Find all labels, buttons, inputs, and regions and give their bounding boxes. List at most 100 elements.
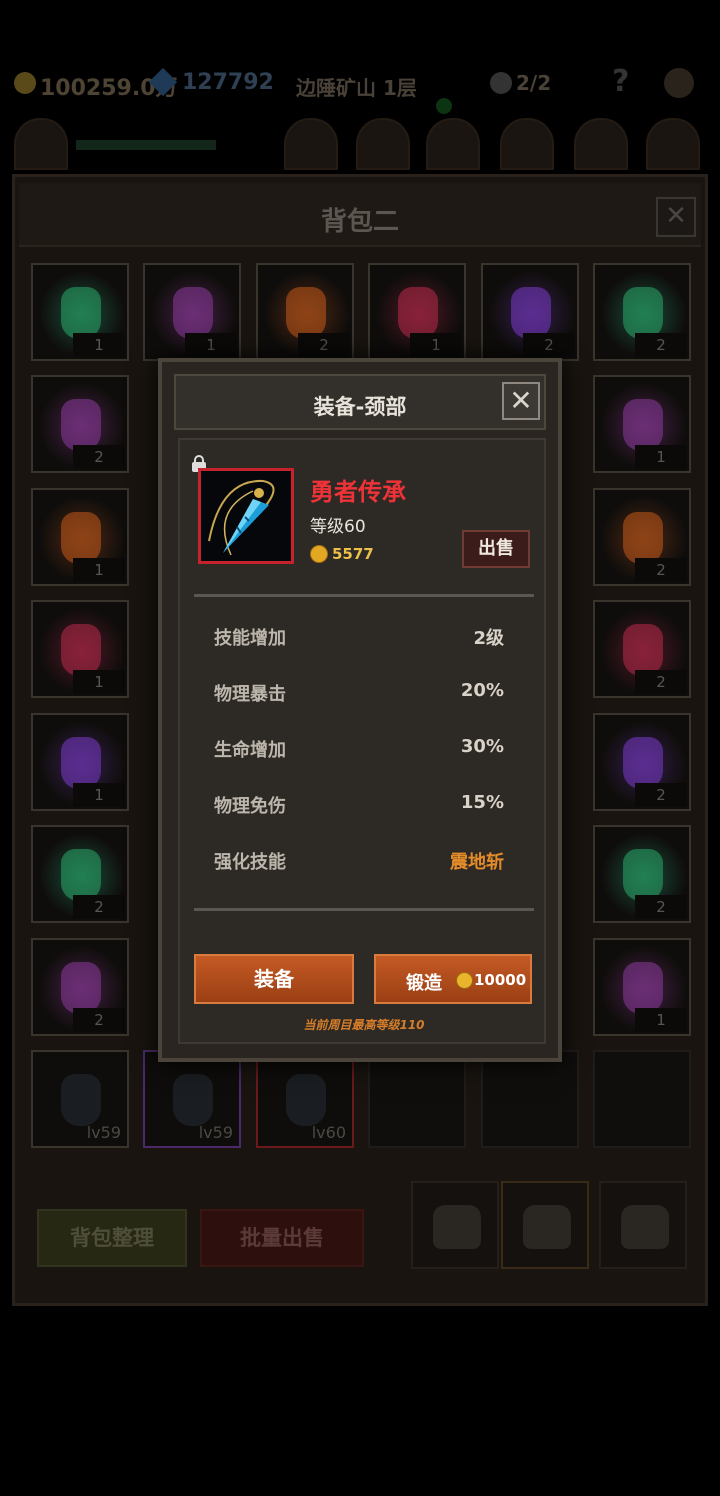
equip-button[interactable]: 装备 (194, 954, 354, 1004)
stat-value: 30% (460, 736, 504, 757)
potion-icon (61, 849, 101, 901)
enhanced-skill-value: 震地斩 (450, 852, 504, 873)
backpack-icon (621, 1205, 669, 1249)
inventory-slot[interactable]: 2 (593, 263, 691, 361)
item-level: lv60 (311, 1123, 346, 1142)
pendant-icon (286, 1074, 326, 1126)
inventory-close-button[interactable]: ✕ (656, 197, 696, 237)
item-count: 2 (635, 558, 687, 582)
gem-amount: 127792 (182, 70, 274, 95)
inventory-slot[interactable]: 1 (593, 938, 691, 1036)
potion-icon (61, 287, 101, 339)
inventory-slot[interactable]: 2 (481, 263, 579, 361)
potion-icon (623, 512, 663, 564)
coin-icon (456, 972, 473, 989)
inventory-slot[interactable]: 2 (593, 488, 691, 586)
inventory-slot[interactable]: 2 (31, 825, 129, 923)
inventory-slot[interactable]: 1 (593, 375, 691, 473)
coin-icon (310, 545, 328, 563)
skill-slot-icon[interactable] (426, 118, 480, 170)
skull-icon (490, 72, 512, 94)
stat-row: 物理暴击 20% (214, 680, 504, 708)
potion-icon (61, 624, 101, 676)
item-count: 1 (635, 445, 687, 469)
forge-label: 锻造 (406, 973, 442, 994)
inventory-slot[interactable]: 1 (31, 263, 129, 361)
item-count: 2 (73, 1008, 125, 1032)
help-icon[interactable]: ? (612, 64, 629, 99)
divider (194, 594, 534, 597)
bag-tab-3[interactable] (599, 1181, 687, 1269)
skill-bar (0, 98, 720, 170)
skill-slot-icon[interactable] (646, 118, 700, 170)
popup-title: 装备-颈部 (313, 395, 407, 419)
inventory-slot[interactable]: 1 (143, 263, 241, 361)
equipment-slot[interactable]: lv59 (143, 1050, 241, 1148)
bulk-sell-button[interactable]: 批量出售 (200, 1209, 364, 1267)
forge-button[interactable]: 锻造 10000 (374, 954, 532, 1004)
stat-name: 技能增加 (214, 628, 286, 649)
sort-bag-button[interactable]: 背包整理 (37, 1209, 187, 1267)
stat-row: 物理免伤 15% (214, 792, 504, 820)
item-level: 等级60 (310, 517, 366, 537)
inventory-slot[interactable]: 1 (31, 713, 129, 811)
stat-row: 生命增加 30% (214, 736, 504, 764)
popup-titlebar: 装备-颈部 (174, 374, 546, 430)
inventory-slot[interactable]: 2 (31, 938, 129, 1036)
inventory-slot[interactable]: 2 (593, 825, 691, 923)
potion-icon (511, 287, 551, 339)
stat-value: 15% (460, 792, 504, 813)
item-count: 2 (635, 333, 687, 357)
popup-close-button[interactable]: ✕ (502, 382, 540, 420)
settings-icon[interactable] (664, 68, 694, 98)
item-count: 1 (73, 333, 125, 357)
stat-value: 20% (460, 680, 504, 701)
empty-slot[interactable] (593, 1050, 691, 1148)
item-detail-popup: 装备-颈部 ✕ 勇者传承 等级60 5577 出售 技能增加 2级 物理暴击 2… (158, 358, 562, 1062)
inventory-slot[interactable]: 1 (31, 600, 129, 698)
equipment-slot[interactable]: lv60 (256, 1050, 354, 1148)
item-count: 2 (635, 783, 687, 807)
bag-tab-1[interactable] (411, 1181, 499, 1269)
item-price: 5577 (332, 545, 374, 563)
inventory-slot[interactable]: 1 (368, 263, 466, 361)
inventory-slot[interactable]: 2 (256, 263, 354, 361)
item-level: lv59 (86, 1123, 121, 1142)
empty-slot[interactable] (481, 1050, 579, 1148)
bag-tab-2[interactable] (501, 1181, 589, 1269)
sell-button[interactable]: 出售 (462, 530, 530, 568)
stat-name: 强化技能 (214, 852, 286, 873)
exp-bar (76, 140, 216, 150)
skill-slot-icon[interactable] (356, 118, 410, 170)
inventory-slot[interactable]: 2 (593, 600, 691, 698)
kill-counter: 2/2 (516, 71, 552, 95)
stat-name: 物理暴击 (214, 684, 286, 705)
inventory-title: 背包二 (320, 207, 399, 237)
top-hud: 100259.0万 127792 边陲矿山 1层 2/2 ? (0, 60, 720, 110)
potion-icon (623, 962, 663, 1014)
inventory-slot[interactable]: 2 (593, 713, 691, 811)
item-count: 2 (73, 895, 125, 919)
skill-slot-icon[interactable] (284, 118, 338, 170)
potion-icon (61, 737, 101, 789)
item-count: 2 (635, 670, 687, 694)
helmet-icon (173, 1074, 213, 1126)
skill-slot-icon[interactable] (574, 118, 628, 170)
hero-portrait-icon[interactable] (14, 118, 68, 170)
item-count: 1 (73, 670, 125, 694)
backpack-icon (523, 1205, 571, 1249)
potion-icon (623, 849, 663, 901)
divider (194, 908, 534, 911)
item-image (198, 468, 294, 564)
skill-slot-icon[interactable] (500, 118, 554, 170)
item-name: 勇者传承 (310, 478, 406, 506)
inventory-slot[interactable]: 1 (31, 488, 129, 586)
empty-slot[interactable] (368, 1050, 466, 1148)
inventory-slot[interactable]: 2 (31, 375, 129, 473)
gold-coin-icon (14, 72, 36, 94)
stat-name: 生命增加 (214, 740, 286, 761)
equipment-slot[interactable]: lv59 (31, 1050, 129, 1148)
potion-icon (286, 287, 326, 339)
potion-icon (61, 512, 101, 564)
stat-value: 2级 (473, 628, 504, 649)
